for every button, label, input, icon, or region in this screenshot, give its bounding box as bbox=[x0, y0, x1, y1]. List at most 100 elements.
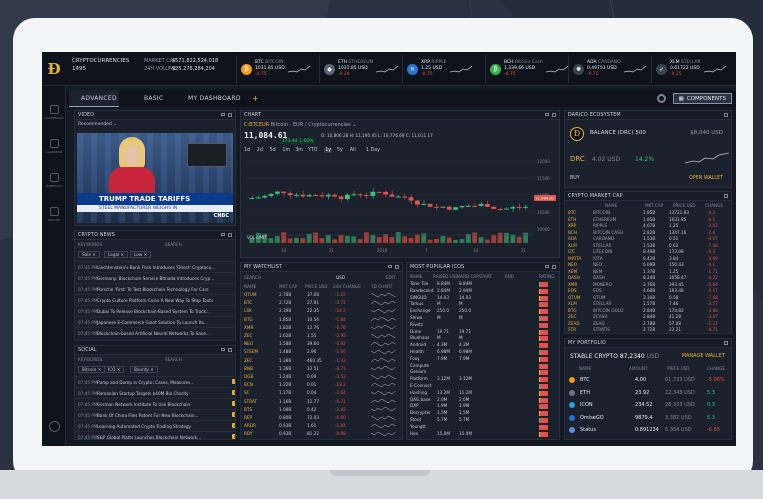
filter-chip[interactable]: ICO ✕ bbox=[104, 366, 125, 373]
column-header[interactable]: MKT CAP bbox=[279, 283, 297, 290]
ico-row[interactable]: Health 6.98M 6.98M bbox=[407, 349, 559, 356]
watchlist-row[interactable]: BNB 1.36B 12.51 -4.71 bbox=[241, 365, 402, 372]
ico-row[interactable]: Android 4.3M 4.3M bbox=[407, 342, 559, 349]
news-item[interactable]: 07:45 PM Porsche 'First' To Test Blockcha… bbox=[75, 283, 235, 294]
manage-wallet-button[interactable]: MANAGE WALLET bbox=[682, 353, 725, 359]
filter-chip[interactable]: Low ✕ bbox=[130, 251, 152, 258]
ticker-eth[interactable]: ◆ ETH ETHEREUM 1031.85 USD -0.29 bbox=[319, 55, 402, 83]
ico-row[interactable]: Bluehaus M M bbox=[407, 335, 559, 342]
range-button[interactable]: 5d bbox=[270, 148, 276, 153]
column-header[interactable]: NAME bbox=[605, 202, 617, 209]
tab-advanced[interactable]: ADVANCED bbox=[69, 90, 119, 107]
open-wallet-button[interactable]: OPEN WALLET bbox=[689, 176, 723, 181]
watchlist-row[interactable]: RDY 0.93B 81.22 -0.98 bbox=[241, 430, 402, 437]
social-item[interactable]: 07:45 PM Learning Automated Crypto Tradin… bbox=[75, 420, 235, 431]
column-header[interactable]: PRICE USD bbox=[305, 283, 328, 290]
close-icon[interactable] bbox=[228, 348, 232, 352]
news-item[interactable]: 07:45 PM Crypto Culture Platform Coins A … bbox=[75, 294, 235, 305]
close-icon[interactable] bbox=[228, 113, 232, 117]
watchlist-row[interactable]: REP 0.80B 72.03 -6.80 bbox=[241, 414, 402, 421]
watchlist-row[interactable]: ZEC 1.62B 1.55 -2.95 bbox=[241, 332, 402, 339]
watchlist-row[interactable]: DGB 1.24B 0.09 -3.52 bbox=[241, 373, 402, 380]
settings-gear-icon[interactable] bbox=[657, 94, 666, 103]
buy-button[interactable]: BUY bbox=[570, 176, 580, 181]
news-item[interactable]: 07:45 PM Blockchain-based Artificial Neur… bbox=[75, 327, 235, 338]
watchlist-row[interactable]: LSK 2.39B 22.35 -14.2 bbox=[241, 307, 402, 314]
darico-logo-icon[interactable]: Ð bbox=[42, 52, 66, 86]
ico-row[interactable]: DXP 1.9M 1.9M bbox=[407, 403, 559, 410]
range-button[interactable]: 1 Day bbox=[366, 148, 380, 153]
close-icon[interactable] bbox=[395, 265, 399, 269]
column-header[interactable]: END bbox=[505, 273, 514, 280]
edit-button[interactable]: EDIT bbox=[386, 274, 396, 281]
minimize-icon[interactable] bbox=[545, 265, 549, 268]
video-source-dropdown[interactable]: Recommended ⌄ bbox=[75, 120, 235, 130]
portfolio-row[interactable]: ETH 23.92 22,348 USD 5.3 bbox=[565, 387, 731, 399]
watchlist-row[interactable]: XMR 1.82B 12.76 -6.76 bbox=[241, 324, 402, 331]
tab-my-dashboard[interactable]: MY DASHBOARD bbox=[188, 90, 241, 107]
social-item[interactable]: 07:45 PM Pump and Dump in Crypto: Cases, … bbox=[75, 376, 235, 387]
range-button[interactable]: All bbox=[350, 148, 356, 153]
ico-row[interactable]: E-Connect bbox=[407, 383, 559, 390]
ico-row[interactable]: Hex 15.0M 15.0M bbox=[407, 431, 559, 438]
range-button[interactable]: YTD bbox=[308, 148, 318, 153]
close-icon[interactable] bbox=[724, 113, 728, 117]
chart-pair-selector[interactable]: C:BTCEUR Bitcoin - EUR / Cryptocurrencie… bbox=[244, 122, 356, 128]
range-button[interactable]: 5y bbox=[337, 148, 343, 153]
ticker-xlm[interactable]: ➶ XLM STELLAR 0.61722 USD -0.25 bbox=[651, 55, 734, 83]
sidebar-item-portfolio[interactable]: PORTFOLIO bbox=[42, 166, 66, 194]
add-tab-button[interactable]: + bbox=[252, 90, 259, 107]
column-header[interactable]: HARD CAP bbox=[457, 273, 479, 280]
watchlist-row[interactable]: QTUM 2.78B 37.08 -1.22 bbox=[241, 291, 402, 298]
ico-row[interactable]: Shiwa M M bbox=[407, 315, 559, 322]
ico-row[interactable]: Stout 5.7M 5.7M bbox=[407, 417, 559, 424]
filter-chip[interactable]: Bitcoin ✕ bbox=[78, 366, 106, 373]
watchlist-row[interactable]: STRAT 1.16B 11.77 -6.71 bbox=[241, 398, 402, 405]
ico-row[interactable]: Youngtt bbox=[407, 424, 559, 431]
video-player[interactable]: TRUMP TRADE TARIFFS STEEL MANUFACTURER W… bbox=[77, 133, 233, 223]
ico-row[interactable]: Genium bbox=[407, 369, 559, 376]
range-button[interactable]: 1d bbox=[244, 148, 250, 153]
news-item[interactable]: 07:45 PM Germany: Blockchain Service Bitn… bbox=[75, 272, 235, 283]
portfolio-row[interactable]: Status 0.891234 6,354 USD -6.85 bbox=[565, 424, 731, 436]
column-header[interactable]: PRICE USD bbox=[673, 202, 696, 209]
portfolio-row[interactable]: BTC 4.00 61,733 USD -5.06% bbox=[565, 374, 731, 386]
close-icon[interactable] bbox=[552, 265, 556, 269]
ico-row[interactable]: Exchange 250.0 250.0 bbox=[407, 308, 559, 315]
range-button[interactable]: 2d bbox=[257, 148, 263, 153]
user-avatar[interactable] bbox=[42, 412, 66, 440]
ico-row[interactable]: Decrypter 1.5M 1.5M bbox=[407, 410, 559, 417]
news-item[interactable]: 07:45 PM Dubai To Release Blockchain-Base… bbox=[75, 305, 235, 316]
portfolio-row[interactable]: ICON 234.52 28,333 USD 0.3 bbox=[565, 399, 731, 411]
market-cap-row[interactable]: STR STRATIS 2.72B 23.21 -4.71 bbox=[565, 327, 731, 333]
column-header[interactable]: 7D CHART bbox=[371, 283, 392, 290]
ico-row[interactable]: Foxy 7.9M 7.9M bbox=[407, 356, 559, 363]
ticker-ada[interactable]: ✺ ADA CARDANO 0.49751 USD -0.75 bbox=[568, 55, 651, 83]
filter-chip[interactable]: Bounty ✕ bbox=[130, 366, 158, 373]
ico-row[interactable]: Dune 19.71 19.71 bbox=[407, 329, 559, 336]
ico-row[interactable]: Compute bbox=[407, 363, 559, 370]
components-button[interactable]: ▦ COMPONENTS bbox=[672, 93, 732, 104]
column-header[interactable]: NAME bbox=[244, 283, 256, 290]
column-header[interactable]: MKT CAP bbox=[645, 202, 663, 209]
ticker-bch[interactable]: ₿ BCH Bitcoin Cash 1,339.66 USD -0.75 bbox=[485, 55, 568, 83]
ticker-btc[interactable]: ₿ BTC BITCOIN 1031.85 USD -0.75 bbox=[236, 55, 319, 83]
column-header[interactable]: PRICE USD bbox=[667, 365, 690, 372]
watchlist-row[interactable]: BTG 1.85B 10.56 -1.84 bbox=[241, 316, 402, 323]
currency-select[interactable]: USD ⌄ bbox=[336, 274, 345, 281]
range-button[interactable]: 1y bbox=[324, 148, 333, 153]
social-item[interactable]: 07:45 PM German Network Institute To Use … bbox=[75, 398, 235, 409]
tab-basic[interactable]: BASIC bbox=[144, 90, 164, 107]
ico-row[interactable]: Tone Tile 8.84M 8.84M bbox=[407, 281, 559, 288]
ico-row[interactable]: SINGUD 14.03 14.03 bbox=[407, 295, 559, 302]
minimize-icon[interactable] bbox=[221, 348, 225, 351]
minimize-icon[interactable] bbox=[388, 265, 392, 268]
column-header[interactable]: 24H CHANGE bbox=[333, 283, 361, 290]
watchlist-row[interactable]: BCN 1.22B 0.01 -18.2 bbox=[241, 381, 402, 388]
filter-chip[interactable]: Legal ✕ bbox=[104, 251, 129, 258]
column-header[interactable]: RATING bbox=[539, 273, 554, 280]
portfolio-row[interactable]: OmiseGO 9879.4 3,382 USD 5.3 bbox=[565, 412, 731, 424]
ico-row[interactable]: Tarkus M M bbox=[407, 301, 559, 308]
news-item[interactable]: 07:45 PM Japanese E-Commerce Giant Soluti… bbox=[75, 316, 235, 327]
social-item[interactable]: 07:45 PM Romanian Startup Targets $40M Bi… bbox=[75, 387, 235, 398]
